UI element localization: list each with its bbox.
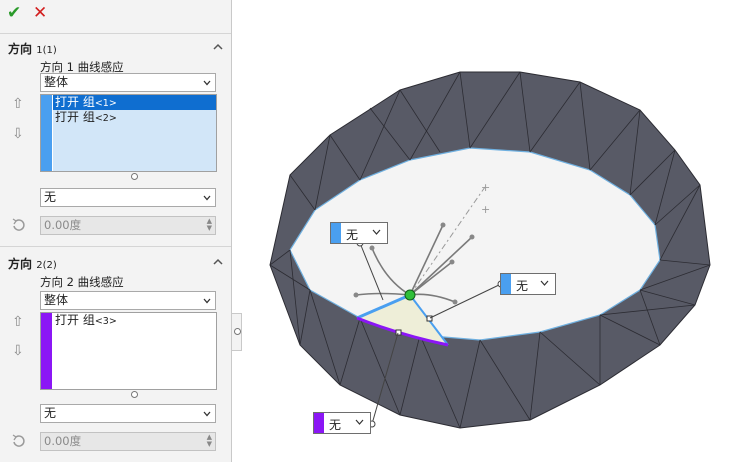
direction2-tangency-select[interactable]: 无 (40, 404, 216, 423)
direction2-tangency-value: 无 (44, 406, 57, 420)
direction2-mode-select[interactable]: 整体 (40, 291, 216, 310)
direction1-callout-1[interactable]: 无 (330, 222, 388, 244)
spinner-arrows-icon[interactable]: ▲ ▼ (207, 434, 212, 448)
vertex-point[interactable] (404, 289, 416, 301)
direction2-header[interactable]: 方向 2(2) (8, 255, 57, 272)
move-down-arrow-icon[interactable]: ⇩ (12, 343, 26, 359)
direction1-tangency-value: 无 (44, 190, 57, 204)
reverse-direction-icon[interactable] (10, 432, 28, 450)
move-up-arrow-icon[interactable]: ⇧ (12, 314, 26, 330)
callout-label: 无 (329, 418, 342, 432)
plus-marker-icon: + (481, 203, 490, 216)
direction1-tangency-select[interactable]: 无 (40, 188, 216, 207)
chevron-up-icon[interactable] (212, 256, 224, 268)
midpoint-handle (426, 315, 433, 322)
midpoint-handle (395, 329, 402, 336)
resize-handle[interactable] (131, 391, 138, 398)
move-down-arrow-icon[interactable]: ⇩ (12, 126, 26, 142)
reverse-direction-icon[interactable] (10, 216, 28, 234)
plus-marker-icon: + (481, 181, 490, 194)
chevron-down-icon (372, 229, 381, 235)
chevron-up-icon[interactable] (212, 41, 224, 53)
chevron-down-icon (203, 411, 211, 417)
direction1-callout-2[interactable]: 无 (500, 273, 556, 295)
direction2-curve-label: 方向 2 曲线感应 (40, 275, 124, 289)
callout-label: 无 (346, 228, 359, 242)
close-icon[interactable]: ✕ (33, 3, 47, 23)
chevron-down-icon (540, 280, 549, 286)
list-item[interactable]: 打开 组<2> (53, 110, 216, 125)
callout-color-flag (501, 274, 511, 294)
direction1-count: 1(1) (36, 45, 57, 56)
panel-splitter-handle[interactable] (232, 313, 242, 351)
spinner-arrows-icon[interactable]: ▲ ▼ (207, 218, 212, 232)
list-item[interactable]: 打开 组<3> (53, 313, 216, 328)
direction1-color-stripe (41, 95, 52, 171)
direction1-title: 方向 (8, 42, 33, 56)
direction2-mode-value: 整体 (44, 293, 69, 307)
direction1-curve-list[interactable]: 打开 组<1> 打开 组<2> (40, 94, 217, 172)
chevron-down-icon (203, 298, 211, 304)
direction1-header[interactable]: 方向 1(1) (8, 40, 57, 57)
resize-handle[interactable] (131, 173, 138, 180)
divider (0, 246, 231, 247)
direction2-angle-value: 0.00度 (44, 434, 82, 448)
direction2-angle-field[interactable]: 0.00度 ▲ ▼ (40, 432, 216, 451)
divider (0, 33, 231, 34)
direction2-curve-list[interactable]: 打开 组<3> (40, 312, 217, 390)
chevron-down-icon (203, 80, 211, 86)
direction2-count: 2(2) (36, 260, 57, 271)
direction2-callout[interactable]: 无 (313, 412, 371, 434)
chevron-down-icon (203, 195, 211, 201)
panel-toolbar: ✔ ✕ (0, 0, 232, 28)
list-item[interactable]: 打开 组<1> (53, 95, 216, 110)
callout-color-flag (314, 413, 324, 433)
move-up-arrow-icon[interactable]: ⇧ (12, 96, 26, 112)
chevron-down-icon (355, 419, 364, 425)
direction1-mode-select[interactable]: 整体 (40, 73, 216, 92)
direction1-angle-field[interactable]: 0.00度 ▲ ▼ (40, 216, 216, 235)
callout-label: 无 (516, 279, 529, 293)
direction1-mode-value: 整体 (44, 75, 69, 89)
callout-color-flag (331, 223, 341, 243)
checkmark-icon[interactable]: ✔ (7, 3, 21, 23)
graphics-viewport[interactable]: + + (242, 0, 740, 462)
property-manager-panel: ✔ ✕ 方向 1(1) 方向 1 曲线感应 整体 ⇧ ⇩ 打开 组<1> 打开 … (0, 0, 232, 462)
direction2-title: 方向 (8, 257, 33, 271)
direction2-color-stripe (41, 313, 52, 389)
direction1-angle-value: 0.00度 (44, 218, 82, 232)
